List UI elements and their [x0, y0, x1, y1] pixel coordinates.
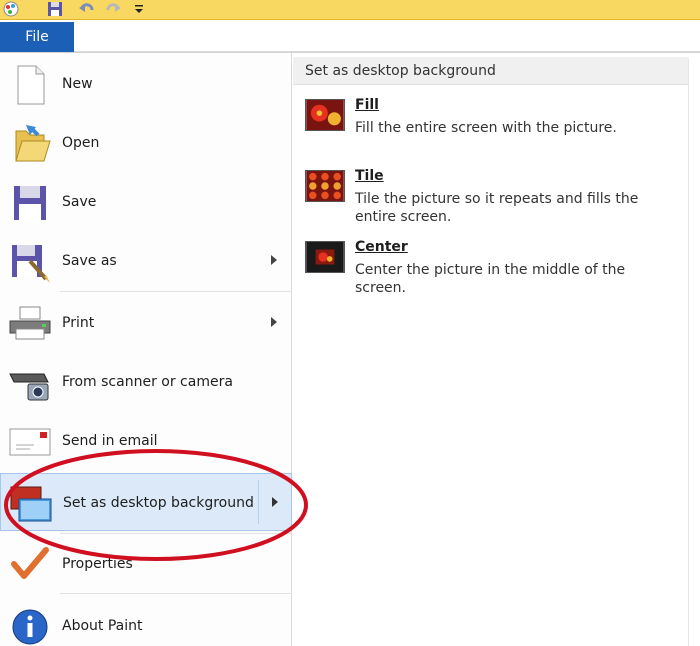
menu-item-print[interactable]: Print [0, 294, 292, 352]
properties-checkmark-icon [11, 547, 49, 579]
desktop-background-submenu: Set as desktop background Fill Fill the … [293, 53, 700, 646]
desktop-background-icon [10, 486, 52, 522]
menu-item-set-as-desktop-background[interactable]: Set as desktop background [0, 473, 292, 531]
menu-item-label: New [62, 76, 93, 92]
menu-separator [60, 291, 292, 292]
menu-item-send-in-email[interactable]: Send in email [0, 412, 292, 470]
submenu-option-description: Tile the picture so it repeats and fills… [355, 191, 639, 225]
file-tab[interactable]: File [0, 22, 74, 52]
center-option-icon [305, 241, 345, 273]
menu-item-label: Open [62, 135, 100, 151]
email-envelope-icon [9, 428, 51, 456]
split-divider [258, 480, 259, 524]
submenu-option-title: Tile [355, 168, 384, 184]
menu-item-new[interactable]: New [0, 55, 292, 113]
menu-item-label: About Paint [62, 618, 143, 634]
quick-access-toolbar [0, 0, 700, 20]
save-as-icon [12, 245, 50, 283]
save-icon[interactable] [46, 0, 64, 18]
printer-icon [9, 306, 51, 340]
menu-item-save-as[interactable]: Save as [0, 232, 292, 290]
save-floppy-icon [14, 186, 46, 220]
open-folder-icon [15, 125, 51, 162]
scanner-camera-icon [9, 373, 49, 401]
menu-separator [60, 533, 292, 534]
submenu-option-center[interactable]: Center Center the picture in the middle … [305, 239, 689, 299]
file-menu-commands: New Open Save Save as Print From scanner… [0, 53, 292, 646]
file-menu: New Open Save Save as Print From scanner… [0, 52, 700, 646]
menu-item-label: Save [62, 194, 97, 210]
submenu-option-tile[interactable]: Tile Tile the picture so it repeats and … [305, 168, 689, 228]
menu-item-open[interactable]: Open [0, 114, 292, 172]
submenu-option-description: Fill the entire screen with the picture. [355, 120, 617, 136]
menu-item-from-scanner-or-camera[interactable]: From scanner or camera [0, 353, 292, 411]
menu-separator [60, 593, 292, 594]
submenu-option-title: Fill [355, 97, 379, 113]
tile-option-icon [305, 170, 345, 202]
menu-item-properties[interactable]: Properties [0, 535, 292, 593]
undo-icon[interactable] [78, 0, 96, 18]
fill-option-icon [305, 99, 345, 131]
menu-item-label: Properties [62, 556, 133, 572]
info-icon [12, 609, 48, 645]
menu-item-label: Set as desktop background [63, 495, 254, 511]
submenu-option-title: Center [355, 239, 408, 255]
submenu-arrow-icon [271, 255, 277, 265]
menu-item-label: From scanner or camera [62, 374, 233, 390]
new-document-icon [17, 65, 45, 105]
submenu-arrow-icon[interactable] [271, 497, 279, 507]
submenu-arrow-icon [271, 317, 277, 327]
menu-item-about-paint[interactable]: About Paint [0, 597, 292, 646]
redo-icon[interactable] [104, 0, 122, 18]
menu-item-label: Print [62, 315, 95, 331]
submenu-option-fill[interactable]: Fill Fill the entire screen with the pic… [305, 97, 689, 157]
paint-app-icon[interactable] [2, 0, 20, 18]
menu-item-label: Save as [62, 253, 117, 269]
submenu-option-description: Center the picture in the middle of the … [355, 262, 626, 296]
menu-item-save[interactable]: Save [0, 173, 292, 231]
submenu-header: Set as desktop background [293, 57, 689, 85]
customize-toolbar-chevron-icon[interactable] [130, 0, 148, 18]
window-edge [688, 60, 689, 646]
menu-item-label: Send in email [62, 433, 158, 449]
